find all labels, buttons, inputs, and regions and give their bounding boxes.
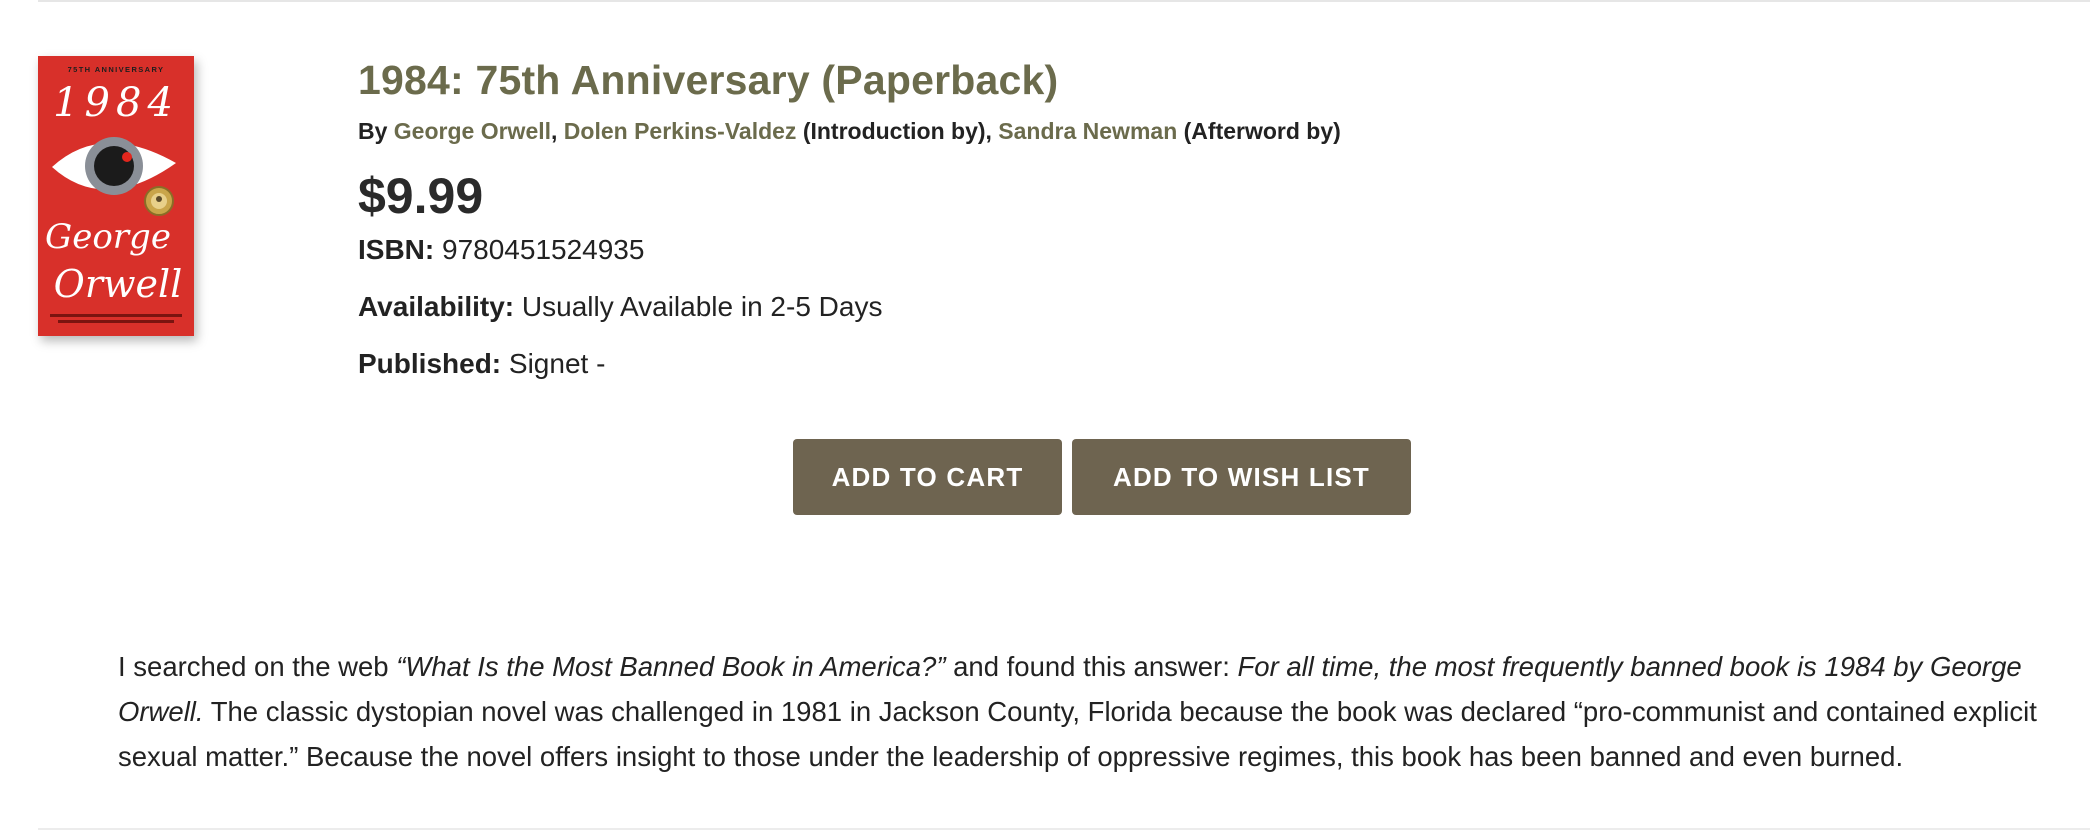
description-text: The classic dystopian novel was challeng… — [118, 696, 2037, 772]
published-label: Published: — [358, 348, 502, 379]
availability-value: Usually Available in 2-5 Days — [514, 291, 883, 322]
by-prefix: By — [358, 118, 388, 144]
cover-author-line2: Orwell — [54, 262, 183, 306]
description-text: I searched on the web — [118, 651, 397, 682]
add-to-wish-list-button[interactable]: ADD TO WISH LIST — [1072, 439, 1411, 515]
product-price: $9.99 — [358, 168, 484, 224]
author-link-george-orwell[interactable]: George Orwell — [394, 118, 551, 144]
isbn-label: ISBN: — [358, 234, 435, 265]
product-details: 1984: 75th Anniversary (Paperback) By Ge… — [358, 54, 1858, 382]
cover-fine-print — [58, 320, 174, 323]
published-row: Published: Signet - — [358, 346, 1858, 382]
award-seal-icon — [144, 186, 174, 216]
description-text: and found this answer: — [945, 651, 1238, 682]
author-link-sandra-newman[interactable]: Sandra Newman — [998, 118, 1177, 144]
author-role-introduction: (Introduction by) — [796, 118, 986, 144]
cover-fine-print — [50, 314, 182, 317]
book-cover-image[interactable]: 75TH ANNIVERSARY 1984 George Orwell — [38, 56, 194, 336]
author-role-afterword: (Afterword by) — [1177, 118, 1341, 144]
cover-top-text: 75TH ANNIVERSARY — [68, 65, 165, 74]
author-link-dolen-perkins-valdez[interactable]: Dolen Perkins-Valdez — [564, 118, 797, 144]
add-to-cart-button[interactable]: ADD TO CART — [793, 439, 1062, 515]
cover-author-line1: George — [45, 217, 171, 257]
bottom-divider — [38, 828, 2090, 830]
author-separator: , — [551, 118, 564, 144]
isbn-value: 9780451524935 — [434, 234, 645, 265]
description-query: “What Is the Most Banned Book in America… — [396, 651, 946, 682]
product-title: 1984: 75th Anniversary (Paperback) — [358, 57, 1059, 103]
cover-title-text: 1984 — [53, 80, 179, 126]
availability-label: Availability: — [358, 291, 515, 322]
availability-row: Availability: Usually Available in 2-5 D… — [358, 289, 1858, 325]
top-divider — [38, 0, 2090, 2]
action-buttons: ADD TO CART ADD TO WISH LIST — [793, 439, 1411, 515]
product-description: I searched on the web “What Is the Most … — [118, 644, 2068, 779]
author-separator: , — [985, 118, 999, 144]
published-value: Signet - — [501, 348, 606, 379]
byline: By George Orwell, Dolen Perkins-Valdez (… — [358, 116, 1858, 146]
isbn-row: ISBN: 9780451524935 — [358, 232, 1858, 268]
